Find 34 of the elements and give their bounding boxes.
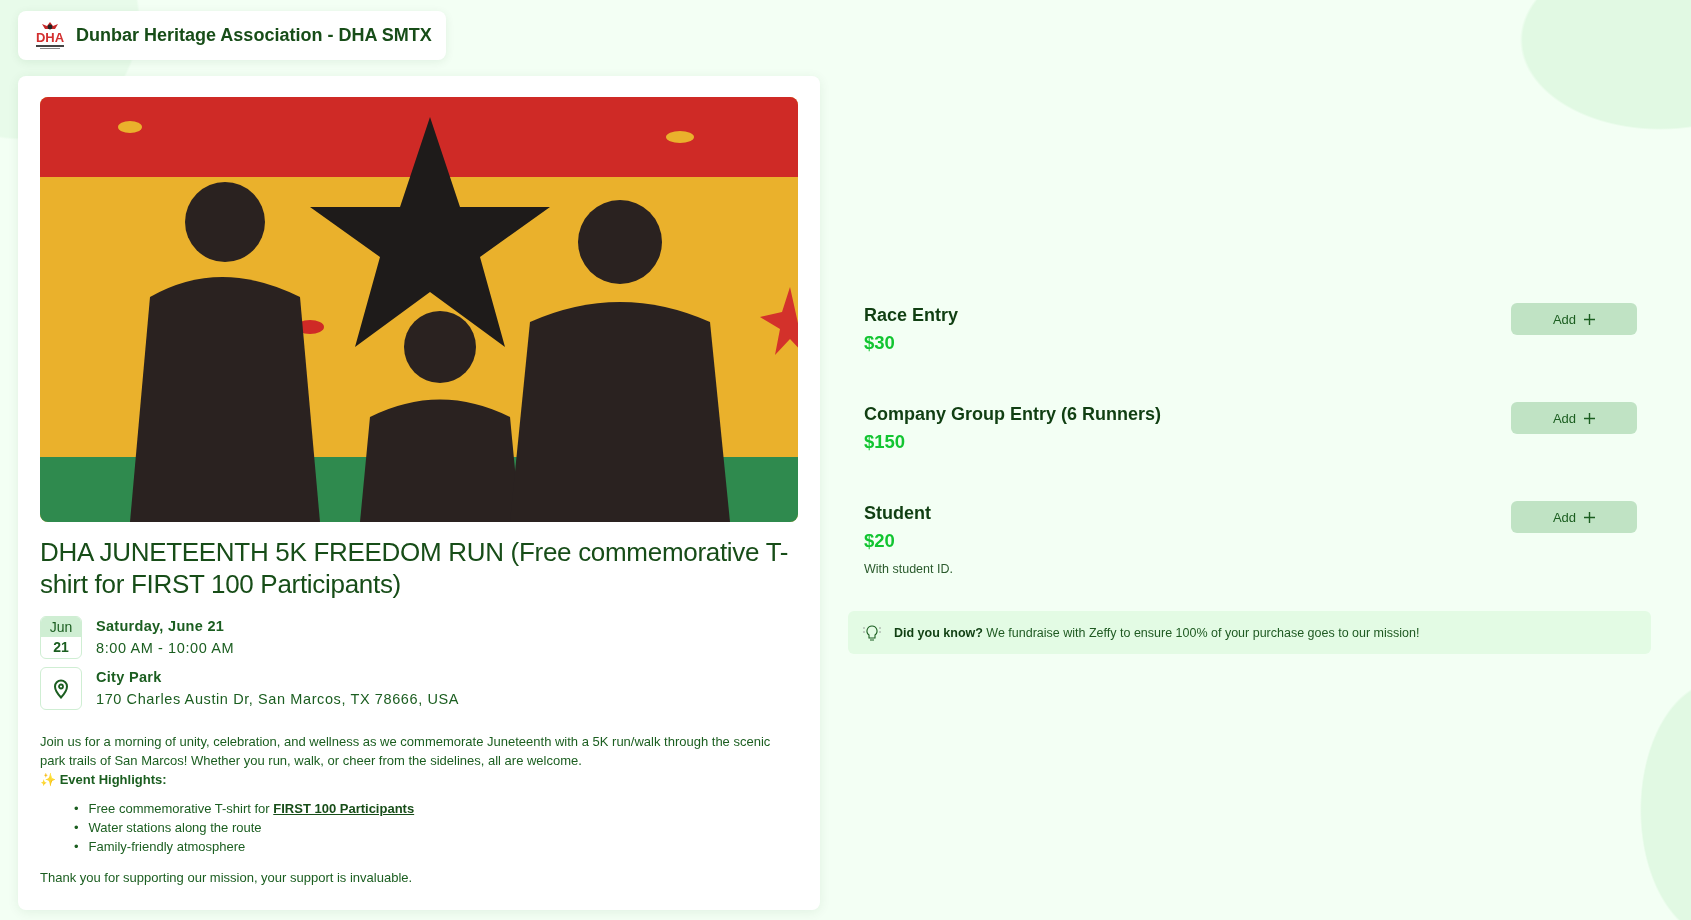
event-date: Saturday, June 21 — [96, 617, 226, 636]
location-address: 170 Charles Austin Dr, San Marcos, TX 78666, USA — [96, 690, 459, 709]
bullet: • — [74, 838, 79, 856]
plus-icon — [1584, 511, 1596, 523]
ticket-name: Company Group Entry (6 Runners) — [864, 403, 1162, 425]
event-title: DHA JUNETEENTH 5K FREEDOM RUN (Free commemorative T-shirt for FIRST 100 Participants) — [40, 536, 790, 600]
info-text: Did you know? We fundraise with Zeffy to ensure 100% of your purchase goes to our mission! — [894, 625, 1420, 640]
highlight-item: Free commemorative T-shirt for FIRST 100 Participants — [88, 800, 415, 818]
add-button[interactable]: Add — [1511, 303, 1637, 335]
ticket-price: $150 — [864, 431, 907, 453]
map-pin-icon — [53, 678, 69, 699]
add-button[interactable]: Add — [1511, 501, 1637, 533]
highlight-item: Water stations along the route — [88, 819, 262, 837]
highlights-heading: ✨ Event Highlights: — [40, 771, 168, 789]
highlight-link[interactable]: FIRST 100 Participants — [273, 801, 415, 816]
ticket-price: $20 — [864, 530, 896, 552]
ticket-note: With student ID. — [864, 562, 953, 576]
closing-text: Thank you for supporting our mission, your support is invaluable. — [40, 869, 414, 887]
add-button[interactable]: Add — [1511, 402, 1637, 434]
plus-icon — [1584, 412, 1596, 424]
lightbulb-icon — [862, 622, 882, 643]
highlight-item: Family-friendly atmosphere — [88, 838, 246, 856]
event-description: Join us for a morning of unity, celebration, and wellness as we commemorate Juneteenth with a 5K run/walk through the scenic park trails of San Marcos! Whether you run, walk, or cheer from the sidelines, all are welcome. — [40, 733, 772, 770]
organization-name: Dunbar Heritage Association - DHA SMTX — [76, 25, 432, 46]
date-day: 21 — [41, 637, 81, 658]
event-time: 8:00 AM - 10:00 AM — [96, 639, 235, 658]
date-month: Jun — [41, 617, 81, 637]
bullet: • — [74, 819, 79, 837]
ticket-name: Student — [864, 502, 932, 524]
bullet: • — [74, 800, 79, 818]
location-name: City Park — [96, 668, 163, 687]
ticket-price: $30 — [864, 332, 896, 354]
ticket-name: Race Entry — [864, 304, 959, 326]
plus-icon — [1584, 313, 1596, 325]
